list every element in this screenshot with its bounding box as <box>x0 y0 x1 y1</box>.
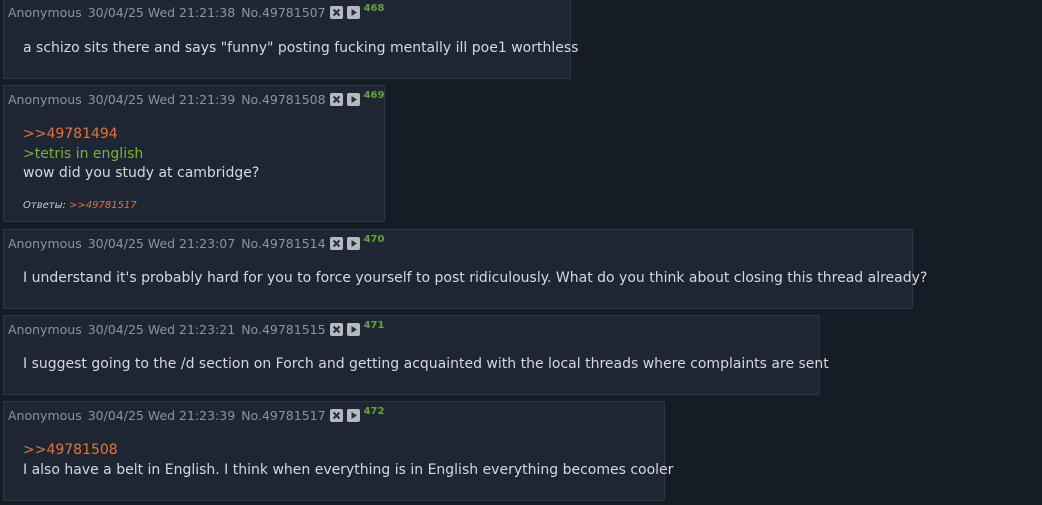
post: Anonymous 30/04/25 Wed 21:23:39 No.49781… <box>3 401 673 501</box>
poster-name: Anonymous <box>8 408 82 423</box>
thread: Anonymous 30/04/25 Wed 21:21:38 No.49781… <box>0 0 1042 505</box>
post-date: 30/04/25 Wed 21:21:39 <box>87 92 236 107</box>
replies-section: Ответы: >>49781517 <box>23 200 137 211</box>
post-date: 30/04/25 Wed 21:21:38 <box>87 5 236 20</box>
post-date: 30/04/25 Wed 21:23:39 <box>87 408 236 423</box>
post-message: a schizo sits there and says "funny" pos… <box>23 39 578 59</box>
close-icon[interactable] <box>329 6 343 19</box>
close-icon[interactable] <box>329 93 343 106</box>
post-date: 30/04/25 Wed 21:23:21 <box>87 322 236 337</box>
post-text-line: I also have a belt in English. I think w… <box>23 461 674 478</box>
poster-name: Anonymous <box>8 236 82 251</box>
poster-name: Anonymous <box>8 92 82 107</box>
post: Anonymous 30/04/25 Wed 21:21:39 No.49781… <box>3 85 385 222</box>
play-icon[interactable] <box>346 6 360 19</box>
post-message: I suggest going to the /d section on For… <box>23 355 829 375</box>
post-text-line: wow did you study at cambridge? <box>23 165 260 182</box>
play-icon[interactable] <box>346 323 360 336</box>
post-message: >>49781508 I also have a belt in English… <box>23 441 673 480</box>
post-text-line: a schizo sits there and says "funny" pos… <box>23 40 579 56</box>
post-index: 468 <box>363 3 385 14</box>
post-header: Anonymous 30/04/25 Wed 21:23:21 No.49781… <box>8 320 385 337</box>
post-number-link[interactable]: No.49781514 <box>241 236 325 251</box>
post: Anonymous 30/04/25 Wed 21:21:38 No.49781… <box>3 0 578 79</box>
reply-backlink[interactable]: >>49781517 <box>69 200 137 211</box>
post-header: Anonymous 30/04/25 Wed 21:21:38 No.49781… <box>8 3 385 20</box>
post-date: 30/04/25 Wed 21:23:07 <box>87 236 236 251</box>
post: Anonymous 30/04/25 Wed 21:23:07 No.49781… <box>3 229 927 309</box>
post-text-line: I suggest going to the /d section on For… <box>23 356 829 372</box>
post-index: 471 <box>363 320 385 331</box>
reply-link[interactable]: >>49781494 <box>23 125 259 145</box>
post-number-link[interactable]: No.49781507 <box>241 5 325 20</box>
post-message: I understand it's probably hard for you … <box>23 269 927 289</box>
replies-label: Ответы: <box>23 200 66 211</box>
poster-name: Anonymous <box>8 322 82 337</box>
post-index: 472 <box>363 406 385 417</box>
post-header: Anonymous 30/04/25 Wed 21:23:07 No.49781… <box>8 234 385 251</box>
post-number-link[interactable]: No.49781515 <box>241 322 325 337</box>
post-number-link[interactable]: No.49781517 <box>241 408 325 423</box>
close-icon[interactable] <box>329 409 343 422</box>
play-icon[interactable] <box>346 237 360 250</box>
post: Anonymous 30/04/25 Wed 21:23:21 No.49781… <box>3 315 829 395</box>
post-header: Anonymous 30/04/25 Wed 21:21:39 No.49781… <box>8 90 385 107</box>
post-index: 470 <box>363 234 385 245</box>
post-number-link[interactable]: No.49781508 <box>241 92 325 107</box>
play-icon[interactable] <box>346 93 360 106</box>
post-message: >>49781494 >tetris in english wow did yo… <box>23 125 259 184</box>
reply-link[interactable]: >>49781508 <box>23 441 673 461</box>
post-text-line: I understand it's probably hard for you … <box>23 270 928 286</box>
play-icon[interactable] <box>346 409 360 422</box>
close-icon[interactable] <box>329 237 343 250</box>
post-index: 469 <box>363 90 385 101</box>
close-icon[interactable] <box>329 323 343 336</box>
post-header: Anonymous 30/04/25 Wed 21:23:39 No.49781… <box>8 406 385 423</box>
poster-name: Anonymous <box>8 5 82 20</box>
greentext-quote: >tetris in english <box>23 145 144 162</box>
